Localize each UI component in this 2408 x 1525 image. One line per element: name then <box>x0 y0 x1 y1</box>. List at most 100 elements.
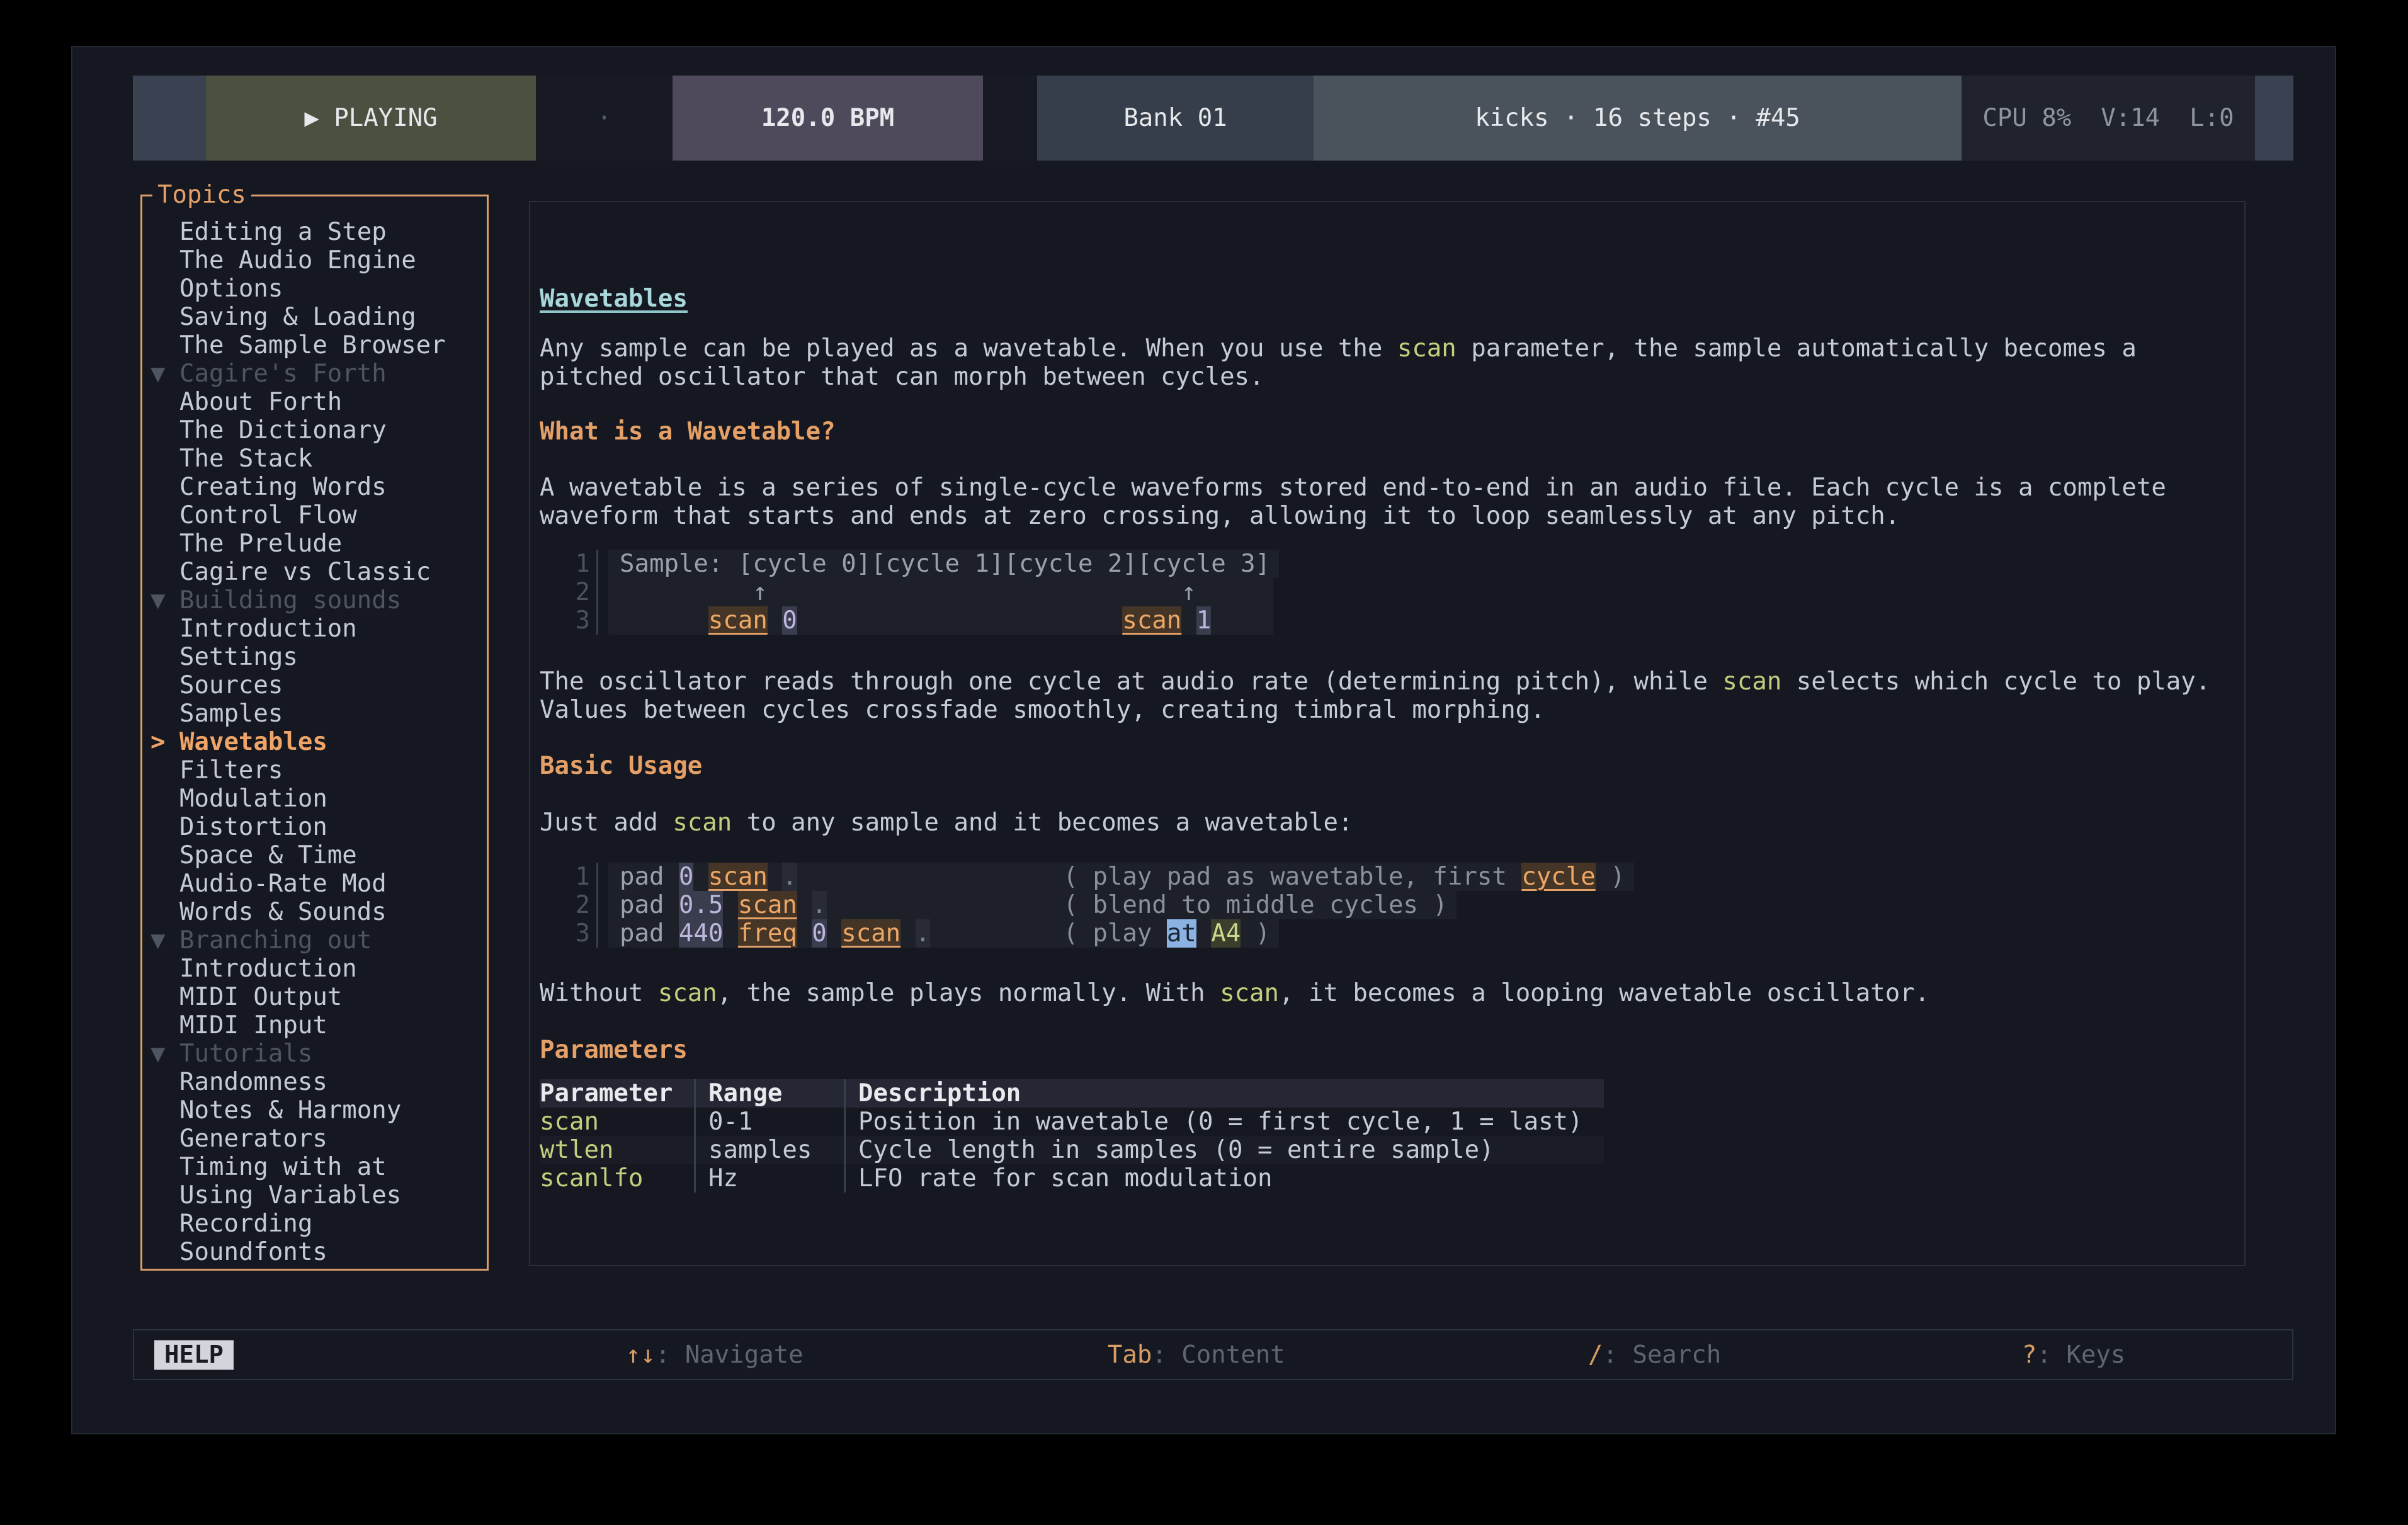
transport-status[interactable]: ▶ PLAYING <box>206 76 536 161</box>
sidebar-item[interactable]: Using Variables <box>142 1181 487 1210</box>
code-row: 3 scan 0 scan 1 <box>565 606 1279 635</box>
sidebar-category[interactable]: ▼Branching out <box>142 926 487 955</box>
keyhint-search: /: Search <box>1499 1312 1721 1397</box>
gutter-separator <box>590 550 598 578</box>
sidebar-item[interactable]: MIDI Input <box>142 1011 487 1040</box>
sidebar-item[interactable]: Notes & Harmony <box>142 1096 487 1125</box>
sidebar-category[interactable]: ▼Tutorials <box>142 1040 487 1068</box>
sidebar-item[interactable]: Words & Sounds <box>142 898 487 926</box>
sidebar-item[interactable]: Samples <box>142 700 487 728</box>
keyhint-key: / <box>1588 1341 1603 1369</box>
sidebar-item[interactable]: Sources <box>142 671 487 700</box>
code-row: 2 ↑ ↑ <box>565 578 1279 606</box>
sidebar-item-label: Control Flow <box>179 501 357 530</box>
topics-panel-title: Topics <box>152 181 251 209</box>
code-line: Sample: [cycle 0][cycle 1][cycle 2][cycl… <box>608 550 1279 578</box>
sidebar-item[interactable]: Control Flow <box>142 501 487 530</box>
text-segment <box>620 606 708 635</box>
sidebar-item[interactable]: Cagire vs Classic <box>142 558 487 586</box>
topbar-separator-dot: · <box>536 76 673 161</box>
text-segment: . <box>812 891 826 919</box>
sidebar-item[interactable]: Generators <box>142 1125 487 1153</box>
text-segment: parameter, the sample automatically beco… <box>1457 334 2137 363</box>
keyhint-key: Tab <box>1108 1341 1152 1369</box>
sidebar-item-selected[interactable]: >Wavetables <box>142 728 487 756</box>
sidebar-item-label: Audio-Rate Mod <box>179 870 387 898</box>
sidebar-item[interactable]: Filters <box>142 756 487 785</box>
code-row: 1Sample: [cycle 0][cycle 1][cycle 2][cyc… <box>565 550 1279 578</box>
sidebar-item[interactable]: The Sample Browser <box>142 331 487 360</box>
sidebar-item[interactable]: Distortion <box>142 813 487 841</box>
text-segment: The oscillator reads through one cycle a… <box>540 667 1722 696</box>
sidebar-item[interactable]: Introduction <box>142 615 487 643</box>
sidebar-item-label: Settings <box>179 643 298 671</box>
text-segment: 440 <box>679 919 723 948</box>
text-segment: scan <box>841 919 900 948</box>
text-segment: 0 <box>782 606 797 635</box>
sidebar-item[interactable]: Settings <box>142 643 487 671</box>
sidebar-item[interactable]: Recording <box>142 1210 487 1238</box>
line-number: 1 <box>565 863 590 891</box>
sidebar-item[interactable]: Modulation <box>142 785 487 813</box>
keyhint-label: : Keys <box>2036 1341 2125 1369</box>
text-segment: pad <box>620 891 679 919</box>
text-segment <box>930 919 1063 948</box>
code-line: pad 0 scan . ( play pad as wavetable, fi… <box>608 863 1634 891</box>
sidebar-item[interactable]: Soundfonts <box>142 1238 487 1266</box>
sidebar-category[interactable]: ▼Building sounds <box>142 586 487 615</box>
table-cell: wtlen <box>540 1136 694 1164</box>
sidebar-item[interactable]: The Stack <box>142 445 487 473</box>
text-segment: , it becomes a looping wavetable oscilla… <box>1279 979 1929 1007</box>
topbar-spacer <box>983 76 1037 161</box>
text-segment: scan <box>658 979 717 1007</box>
keyhint-key: ↑↓ <box>626 1341 656 1369</box>
keyhint-navigate: ↑↓: Navigate <box>537 1312 804 1397</box>
table-row: scan0-1Position in wavetable (0 = first … <box>540 1108 1604 1136</box>
sidebar-item[interactable]: The Audio Engine <box>142 246 487 275</box>
sidebar-item[interactable]: Editing a Step <box>142 218 487 246</box>
table-cell: Hz <box>694 1164 844 1193</box>
text-segment: , the sample plays normally. With <box>717 979 1220 1007</box>
sidebar-item[interactable]: Audio-Rate Mod <box>142 870 487 898</box>
collapse-triangle-icon: ▼ <box>150 360 165 388</box>
text-segment: 0 <box>679 863 693 891</box>
sidebar-item[interactable]: Introduction <box>142 955 487 983</box>
line-number: 3 <box>565 919 590 948</box>
sidebar-item-label: Using Variables <box>179 1181 401 1210</box>
text-segment: A wavetable is a series of single-cycle … <box>540 473 2166 502</box>
collapse-triangle-icon: ▼ <box>150 926 165 955</box>
text-segment <box>768 863 782 891</box>
table-row: wtlensamplesCycle length in samples (0 =… <box>540 1136 1604 1164</box>
keyhint-label: : Search <box>1603 1341 1721 1369</box>
sidebar-item-label: Timing with at <box>179 1153 387 1181</box>
section-heading: Basic Usage <box>540 752 702 780</box>
sidebar-item[interactable]: Randomness <box>142 1068 487 1096</box>
text-segment: 0 <box>812 919 826 948</box>
sidebar-item[interactable]: Options <box>142 275 487 303</box>
topics-panel: Topics Editing a StepThe Audio EngineOpt… <box>140 195 489 1271</box>
sidebar-item[interactable]: Creating Words <box>142 473 487 501</box>
text-segment: to any sample and it becomes a wavetable… <box>732 808 1353 837</box>
sidebar-item[interactable]: About Forth <box>142 388 487 416</box>
sidebar-category[interactable]: ▼Cagire's Forth <box>142 360 487 388</box>
gutter-separator <box>590 919 598 948</box>
sidebar-item-label: Introduction <box>179 955 357 983</box>
text-segment: scan <box>673 808 732 837</box>
bank-display[interactable]: Bank 01 <box>1037 76 1314 161</box>
text-segment: ( play <box>1063 919 1166 948</box>
sidebar-item[interactable]: MIDI Output <box>142 983 487 1011</box>
sidebar-item[interactable]: Space & Time <box>142 841 487 870</box>
transport-bar: ▶ PLAYING · 120.0 BPM Bank 01 kicks · 16… <box>133 76 2293 161</box>
sidebar-item[interactable]: The Prelude <box>142 530 487 558</box>
sidebar-item[interactable]: Timing with at <box>142 1153 487 1181</box>
text-segment: Just add <box>540 808 673 837</box>
code-line: pad 0.5 scan . ( blend to middle cycles … <box>608 891 1457 919</box>
sidebar-item[interactable]: Saving & Loading <box>142 303 487 331</box>
sidebar-item[interactable]: The Dictionary <box>142 416 487 445</box>
bpm-display[interactable]: 120.0 BPM <box>673 76 983 161</box>
paragraph-line: Values between cycles crossfade smoothly… <box>540 696 1545 724</box>
pattern-display[interactable]: kicks · 16 steps · #45 <box>1314 76 1962 161</box>
text-segment: scan <box>708 606 768 635</box>
sidebar-item-label: Notes & Harmony <box>179 1096 401 1125</box>
text-segment <box>768 606 782 635</box>
